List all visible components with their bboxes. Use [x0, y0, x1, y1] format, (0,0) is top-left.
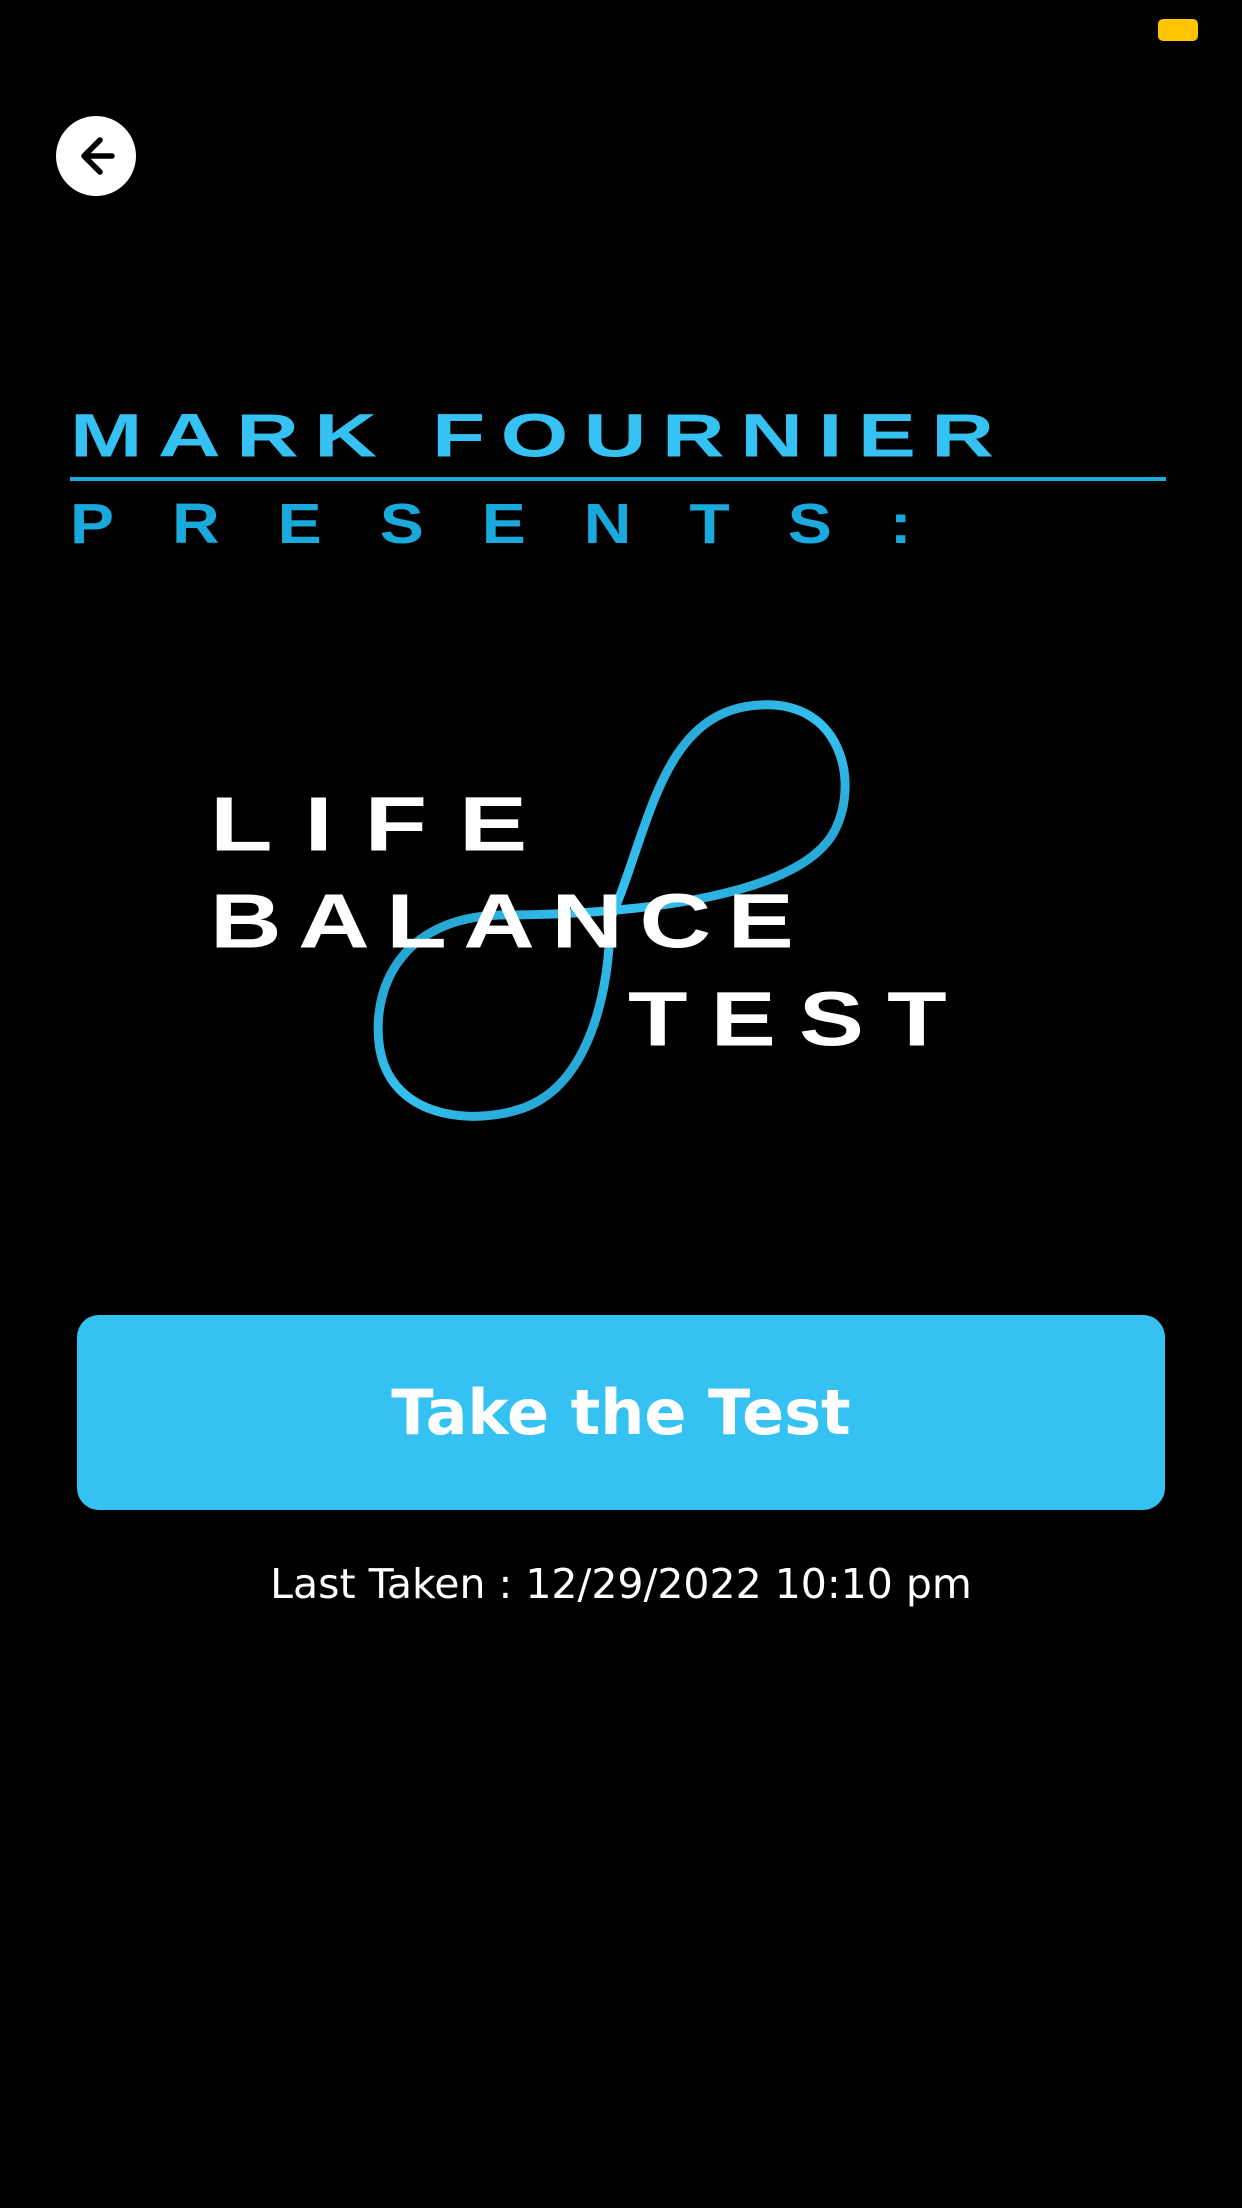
presents-label: PRESENTS:	[70, 491, 970, 556]
take-test-button[interactable]: Take the Test	[77, 1315, 1165, 1510]
last-taken-text: Last Taken : 12/29/2022 10:10 pm	[270, 1560, 972, 1608]
arrow-left-icon	[81, 137, 115, 175]
presenter-banner: MARK FOURNIER PRESENTS:	[70, 405, 1166, 553]
back-button[interactable]	[56, 116, 136, 196]
life-balance-test-logo: LIFE BALANCE TEST	[200, 690, 1050, 1130]
logo-word-test: TEST	[628, 975, 970, 1062]
presenter-divider	[70, 477, 1166, 481]
logo-word-balance: BALANCE	[210, 877, 811, 964]
presenter-name: MARK FOURNIER	[70, 401, 1010, 470]
logo-word-life: LIFE	[210, 780, 559, 867]
status-indicator	[1158, 19, 1198, 41]
